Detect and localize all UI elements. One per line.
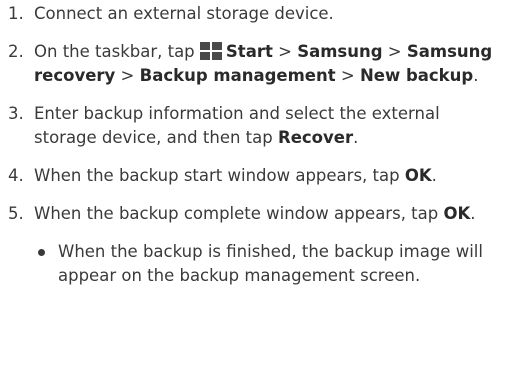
- step-2: 2. On the taskbar, tap Start > Samsung >…: [8, 40, 505, 88]
- step-5-text: When the backup complete window appears,…: [34, 204, 444, 223]
- step-text: When the backup complete window appears,…: [34, 202, 505, 226]
- notes-list: When the backup is finished, the backup …: [8, 240, 505, 288]
- instruction-page: 1. Connect an external storage device. 2…: [0, 0, 513, 391]
- step-4: 4. When the backup start window appears,…: [8, 164, 505, 188]
- windows-start-icon: [199, 42, 222, 60]
- step-3: 3. Enter backup information and select t…: [8, 102, 505, 150]
- step-4-suffix: .: [431, 166, 437, 185]
- ok-label: OK: [404, 166, 432, 185]
- step-3-text: Enter backup information and select the …: [34, 104, 440, 147]
- recover-label: Recover: [277, 128, 354, 147]
- step-5: 5. When the backup complete window appea…: [8, 202, 505, 226]
- path-new-backup: New backup: [359, 66, 474, 85]
- step-number: 4.: [8, 166, 24, 185]
- note-item: When the backup is finished, the backup …: [34, 240, 505, 288]
- step-number: 1.: [8, 4, 24, 23]
- path-backup-management: Backup management: [139, 66, 336, 85]
- step-number: 3.: [8, 104, 24, 123]
- step-1-text: Connect an external storage device.: [34, 4, 334, 23]
- note-text: When the backup is finished, the backup …: [58, 242, 483, 285]
- step-5-suffix: .: [470, 204, 476, 223]
- step-1: 1. Connect an external storage device.: [8, 2, 505, 26]
- path-separator: >: [272, 42, 298, 61]
- step-text: When the backup start window appears, ta…: [34, 164, 505, 188]
- path-samsung: Samsung: [297, 42, 383, 61]
- step-2-prefix: On the taskbar, tap: [34, 42, 195, 61]
- ok-label: OK: [443, 204, 471, 223]
- path-start: Start: [225, 42, 273, 61]
- path-separator: >: [115, 66, 140, 85]
- step-text: Connect an external storage device.: [34, 2, 505, 26]
- bullet-icon: [34, 240, 58, 264]
- step-text: Enter backup information and select the …: [34, 102, 505, 150]
- path-separator: >: [335, 66, 360, 85]
- step-number: 2.: [8, 42, 24, 61]
- step-number: 5.: [8, 204, 24, 223]
- path-separator: >: [382, 42, 407, 61]
- steps-list: 1. Connect an external storage device. 2…: [8, 2, 505, 226]
- step-text: On the taskbar, tap Start > Samsung > Sa…: [34, 40, 505, 88]
- step-4-text: When the backup start window appears, ta…: [34, 166, 405, 185]
- step-3-suffix: .: [353, 128, 359, 147]
- step-2-suffix: .: [473, 66, 479, 85]
